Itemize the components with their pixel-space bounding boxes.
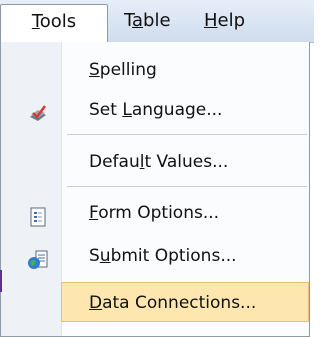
menu-bar: Tools Table Help [0,0,314,43]
menu-item-form-options[interactable]: Form Options... [1,193,309,233]
submit-options-label: Submit Options... [89,246,237,266]
menu-item-set-language[interactable]: Set Language... [1,90,309,130]
menu-item-default-values[interactable]: Default Values... [1,142,309,182]
menu-separator [67,134,307,135]
menu-help[interactable]: Help [204,4,254,38]
menu-item-data-connections[interactable]: Data Connections... [61,282,309,322]
submit-options-icon [27,246,49,269]
language-icon [27,100,49,122]
spelling-label: Spelling [89,60,157,80]
menu-tools[interactable]: Tools [0,4,108,43]
form-options-label: Form Options... [89,203,220,223]
data-connections-label: Data Connections... [89,293,257,313]
menu-tools-post: ools [39,11,77,32]
form-options-icon [27,203,49,227]
menu-table-accel: a [132,10,144,31]
menu-item-submit-options[interactable]: Submit Options... [1,236,309,276]
menu-tools-accel: T [31,11,40,32]
menu-help-accel: H [204,10,218,31]
menu-item-spelling[interactable]: Spelling [1,50,309,90]
tools-dropdown-menu: Spelling Set Language... Default Values.… [0,42,310,337]
background-window-edge [0,270,2,292]
menu-help-post: elp [217,10,246,31]
menu-table-pre: T [124,10,133,31]
menu-table[interactable]: Table [124,4,184,38]
default-values-label: Default Values... [89,152,229,172]
set-language-label: Set Language... [89,100,223,120]
menu-table-post: ble [143,10,171,31]
menu-separator [67,186,307,187]
